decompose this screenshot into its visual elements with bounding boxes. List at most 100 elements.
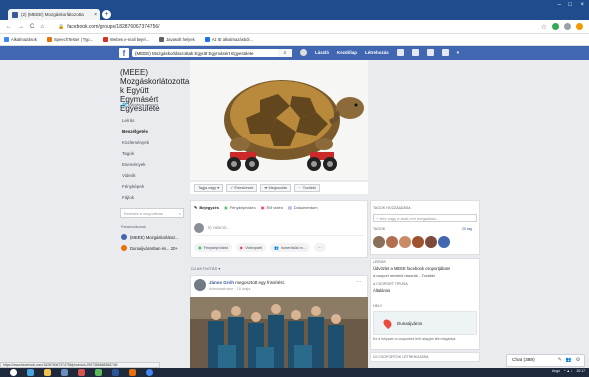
feed-sort[interactable]: ÚJ AKTIVITÁS ▾	[191, 266, 220, 271]
shortcut-item[interactable]: (MEEE) Mozgáskorlátoz...	[121, 234, 187, 240]
chrome-icon[interactable]	[146, 369, 153, 376]
word-icon[interactable]	[112, 369, 119, 376]
member-avatar[interactable]	[386, 236, 398, 248]
user-avatar[interactable]	[300, 49, 307, 56]
clock[interactable]: 20:17	[577, 369, 586, 373]
group-icon	[121, 245, 127, 251]
facebook-search-input[interactable]: (MEEE) Mozgáskorlátozottak Együtt Egymás…	[132, 49, 292, 57]
url-field[interactable]: 🔒 facebook.com/groups/182876067374756/	[58, 22, 528, 32]
facebook-logo-icon[interactable]: f	[119, 48, 129, 58]
app-icon[interactable]	[78, 369, 85, 376]
composer-input[interactable]: Írj valamit...	[194, 220, 364, 236]
more-button[interactable]: ··· További	[293, 184, 320, 192]
group-nav-item[interactable]: Fájlok	[122, 192, 184, 203]
app-icon[interactable]	[61, 369, 68, 376]
minimize-icon[interactable]: –	[558, 2, 561, 8]
member-avatar[interactable]	[399, 236, 411, 248]
lock-icon: 🔒	[58, 24, 65, 30]
window-close-icon[interactable]: ×	[580, 2, 584, 8]
nav-create-link[interactable]: Létrehozás	[365, 50, 389, 55]
bookmark-item[interactable]: Webes e-mail bejel...	[103, 37, 149, 42]
shortcut-item[interactable]: Dunaújvárosban és... 20+	[121, 245, 187, 251]
browser-tab[interactable]: (2) (MEEE) Mozgáskorlátozotta ×	[8, 9, 100, 20]
group-nav-item[interactable]: Fényképek	[122, 181, 184, 192]
bookmark-label: Alkalmazások	[11, 37, 37, 42]
user-name-link[interactable]: László	[315, 50, 329, 55]
tab-document[interactable]: ▤ Dokumentum	[288, 205, 318, 210]
bookmark-label: Webes e-mail bejel...	[110, 37, 150, 42]
bookmark-item[interactable]: Javasolt helyek	[159, 37, 195, 42]
bookmarks-bar: Alkalmazások SpeechTester | Typ... Webes e…	[0, 34, 589, 46]
tab-photo-video[interactable]: ▣ Fénykép/videó	[224, 205, 256, 210]
back-icon[interactable]: ←	[6, 24, 12, 30]
app-icon[interactable]	[95, 369, 102, 376]
photo-video-pill[interactable]: ▣ Fénykép/videó	[194, 243, 233, 252]
group-cover-photo[interactable]	[190, 60, 368, 180]
bookmark-item[interactable]: SpeechTester | Typ...	[46, 37, 93, 42]
home-icon[interactable]: ⌂	[40, 24, 44, 30]
member-avatar[interactable]	[412, 236, 424, 248]
tortoise-on-wheels-image	[190, 60, 368, 180]
post-photo[interactable]	[190, 297, 368, 377]
app-icon[interactable]	[129, 369, 136, 376]
chat-label: Chat (388)	[512, 358, 535, 363]
language-indicator[interactable]: Ango	[552, 369, 560, 373]
search-value: (MEEE) Mozgáskorlátozottak Együtt Egymás…	[135, 50, 254, 56]
help-icon[interactable]	[441, 49, 449, 56]
about-more[interactable]: A csoport remekül használ... További	[373, 274, 435, 278]
edit-icon[interactable]: ✎	[558, 358, 562, 363]
chat-bar[interactable]: Chat (388) ✎ 👥 ⚙	[506, 354, 585, 367]
member-avatar[interactable]	[438, 236, 450, 248]
search-icon[interactable]: ⌕	[278, 49, 292, 57]
group-nav-item[interactable]: Beszélgetés	[122, 126, 184, 137]
search-icon[interactable]: ⌕	[179, 211, 181, 216]
ie-icon[interactable]	[27, 369, 34, 376]
composer-options: ▣ Fénykép/videó ▶ Videopárti 👥 Ismerősök m.…	[194, 243, 326, 252]
share-button[interactable]: ➦ Megosztás	[260, 184, 291, 192]
forward-icon[interactable]: →	[18, 24, 24, 30]
post-author-avatar[interactable]	[194, 279, 206, 291]
tab-live-video[interactable]: ▣ Élő videó	[261, 205, 283, 210]
tray-icons[interactable]: ^ ▲ ♪	[564, 369, 573, 373]
star-icon[interactable]: ☆	[541, 23, 547, 31]
post-options-icon[interactable]: ···	[356, 279, 361, 285]
extension-gray-icon[interactable]	[564, 23, 571, 30]
maximize-icon[interactable]: □	[568, 2, 572, 8]
messenger-icon[interactable]	[411, 49, 419, 56]
close-tab-icon[interactable]: ×	[94, 12, 97, 18]
joined-button[interactable]: Tagja vagy ▾	[194, 184, 224, 192]
bookmark-item[interactable]: Alkalmazások	[4, 37, 37, 42]
invite-member-input[interactable]: + Név vagy e-mail-cím megadása...	[373, 214, 477, 222]
new-tab-button[interactable]: +	[102, 10, 111, 19]
location-map[interactable]: Dunaújváros	[373, 311, 477, 335]
nav-home-link[interactable]: Kezdőlap	[337, 50, 357, 55]
tab-post[interactable]: ✎ Bejegyzés	[194, 205, 219, 210]
start-icon[interactable]	[10, 369, 17, 376]
post-author-link[interactable]: János Gróh	[209, 280, 234, 285]
group-nav-item[interactable]: Tagok	[122, 148, 184, 159]
member-avatar[interactable]	[373, 236, 385, 248]
new-group-icon[interactable]: 👥	[566, 358, 572, 363]
bookmark-item[interactable]: Az IE alkalmazásból...	[204, 37, 253, 42]
tag-friends-pill[interactable]: 👥 Ismerősök m...	[270, 243, 310, 252]
member-avatar[interactable]	[425, 236, 437, 248]
account-menu-icon[interactable]: ▾	[457, 50, 459, 56]
group-nav-item[interactable]: Események	[122, 159, 184, 170]
extension-green-icon[interactable]	[552, 23, 559, 30]
group-nav-item[interactable]: Közlemények	[122, 137, 184, 148]
group-nav-item[interactable]: Videók	[122, 170, 184, 181]
explorer-icon[interactable]	[44, 369, 51, 376]
group-nav-item[interactable]: Leírás	[122, 115, 184, 126]
more-options-pill[interactable]: ···	[313, 243, 326, 252]
profile-avatar-icon[interactable]	[576, 23, 583, 30]
extension-icons: ☆	[541, 23, 583, 31]
notifications-icon[interactable]	[426, 49, 434, 56]
reload-icon[interactable]: C	[30, 24, 34, 30]
watch-party-pill[interactable]: ▶ Videopárti	[236, 243, 267, 252]
chat-settings-icon[interactable]: ⚙	[576, 358, 580, 363]
friends-icon[interactable]	[396, 49, 404, 56]
group-search-input[interactable]: Keresés a csoportban ⌕	[120, 208, 184, 218]
notifications-button[interactable]: ✓ Értesítések	[226, 184, 258, 192]
members-count-link[interactable]: 20 tag	[462, 227, 472, 231]
bookmark-icon	[159, 37, 165, 42]
